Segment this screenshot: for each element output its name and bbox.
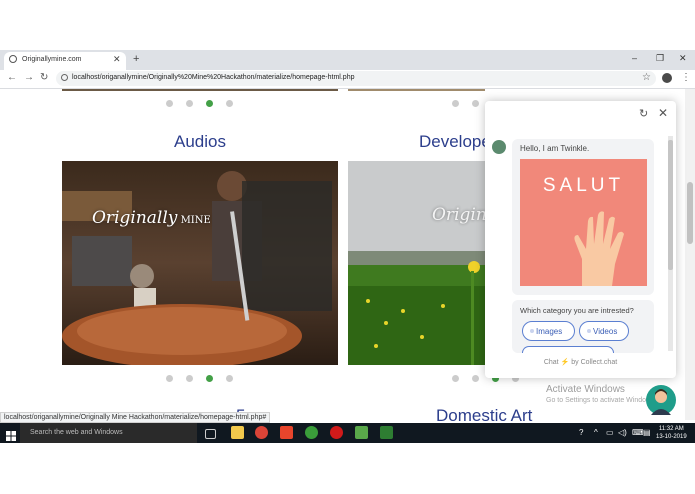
radio-dot-icon: [530, 329, 534, 333]
window-close-icon[interactable]: ✕: [679, 53, 687, 64]
carousel-image-edge: [348, 89, 485, 91]
globe-icon: [9, 55, 17, 63]
opera-icon[interactable]: [330, 426, 343, 439]
app-icon[interactable]: [280, 426, 293, 439]
originally-mine-logo: Originally MINE: [92, 208, 211, 228]
tab-title: Originallymine.com: [22, 56, 82, 63]
chat-refresh-icon[interactable]: ↻: [639, 107, 648, 120]
file-explorer-icon[interactable]: [231, 426, 244, 439]
chat-close-icon[interactable]: ✕: [658, 106, 668, 120]
carousel-dot[interactable]: [472, 100, 479, 107]
chat-launcher-button[interactable]: [646, 385, 676, 415]
radio-dot-icon: [587, 329, 591, 333]
section-title-developers: Develope: [419, 132, 491, 151]
carousel-dot[interactable]: [452, 375, 459, 382]
page-scrollbar-thumb[interactable]: [687, 182, 693, 244]
activate-windows-title: Activate Windows: [546, 384, 625, 395]
back-icon[interactable]: ←: [7, 72, 17, 83]
carousel-dot[interactable]: [166, 375, 173, 382]
chat-footer: Chat ⚡ by Collect.chat: [485, 358, 676, 366]
chat-scrollbar-thumb[interactable]: [668, 140, 673, 270]
option-label: Images: [536, 327, 563, 336]
developers-carousel-image[interactable]: [348, 161, 485, 365]
windows-start-icon[interactable]: [6, 428, 16, 441]
new-tab-icon[interactable]: +: [133, 53, 139, 65]
taskbar-clock[interactable]: 11:32 AM 13-10-2019: [656, 425, 687, 441]
taskbar-search-placeholder: Search the web and Windows: [30, 429, 123, 436]
chrome-icon[interactable]: [255, 426, 268, 439]
blank-area: [0, 443, 695, 494]
maximize-icon[interactable]: ❐: [656, 53, 664, 64]
app-icon[interactable]: [380, 426, 393, 439]
audios-carousel-image[interactable]: [62, 161, 338, 365]
bookmark-star-icon[interactable]: ☆: [642, 72, 651, 83]
carousel-dot[interactable]: [186, 375, 193, 382]
app-icon[interactable]: [305, 426, 318, 439]
task-view-icon[interactable]: [205, 429, 216, 439]
carousel-dot[interactable]: [186, 100, 193, 107]
notepad-icon[interactable]: [355, 426, 368, 439]
carousel-dot[interactable]: [166, 100, 173, 107]
tab-close-icon[interactable]: ✕: [113, 54, 121, 65]
carousel-dot[interactable]: [472, 375, 479, 382]
chat-greeting: Hello, I am Twinkle.: [520, 144, 590, 153]
clock-date: 13-10-2019: [656, 434, 687, 440]
chat-footer-prefix: Chat: [543, 359, 559, 366]
bolt-icon: ⚡: [560, 359, 570, 366]
forward-icon[interactable]: →: [24, 72, 34, 83]
salut-text: SALUT: [542, 175, 625, 196]
page-scrollbar[interactable]: [685, 89, 695, 420]
network-icon[interactable]: ▭: [606, 428, 614, 437]
extension-icon[interactable]: [662, 73, 672, 83]
chat-footer-suffix: by Collect.chat: [571, 359, 618, 366]
url-text: localhost/origanallymine/Originally%20Mi…: [72, 74, 355, 81]
section-title-audios: Audios: [174, 132, 226, 151]
reload-icon[interactable]: ↻: [40, 72, 48, 83]
chat-question: Which category you are intrested?: [520, 306, 634, 315]
keyboard-icon[interactable]: ⌨: [632, 428, 644, 437]
tray-up-icon[interactable]: ^: [594, 428, 598, 437]
activate-windows-subtitle: Go to Settings to activate Windows.: [546, 397, 657, 404]
option-label: Videos: [593, 327, 618, 336]
carousel-dot-active[interactable]: [206, 375, 213, 382]
minimize-icon[interactable]: –: [632, 53, 637, 63]
help-icon[interactable]: ?: [579, 428, 583, 437]
carousel-dot[interactable]: [226, 100, 233, 107]
carousel-dot-active[interactable]: [206, 100, 213, 107]
volume-icon[interactable]: ◁): [618, 428, 627, 437]
option-partial-button[interactable]: [522, 346, 614, 353]
carousel-dot[interactable]: [452, 100, 459, 107]
menu-icon[interactable]: ⋮: [681, 72, 691, 83]
info-icon[interactable]: [61, 74, 68, 81]
clock-time: 11:32 AM: [658, 426, 684, 432]
bot-avatar: [492, 140, 506, 154]
link-status-bar: localhost/origanallymine/Originally Mine…: [0, 412, 271, 423]
carousel-image-edge: [62, 89, 338, 91]
originally-mine-logo-partial: Origin: [432, 205, 487, 225]
carousel-dot[interactable]: [226, 375, 233, 382]
notification-icon[interactable]: ▤: [643, 428, 651, 437]
